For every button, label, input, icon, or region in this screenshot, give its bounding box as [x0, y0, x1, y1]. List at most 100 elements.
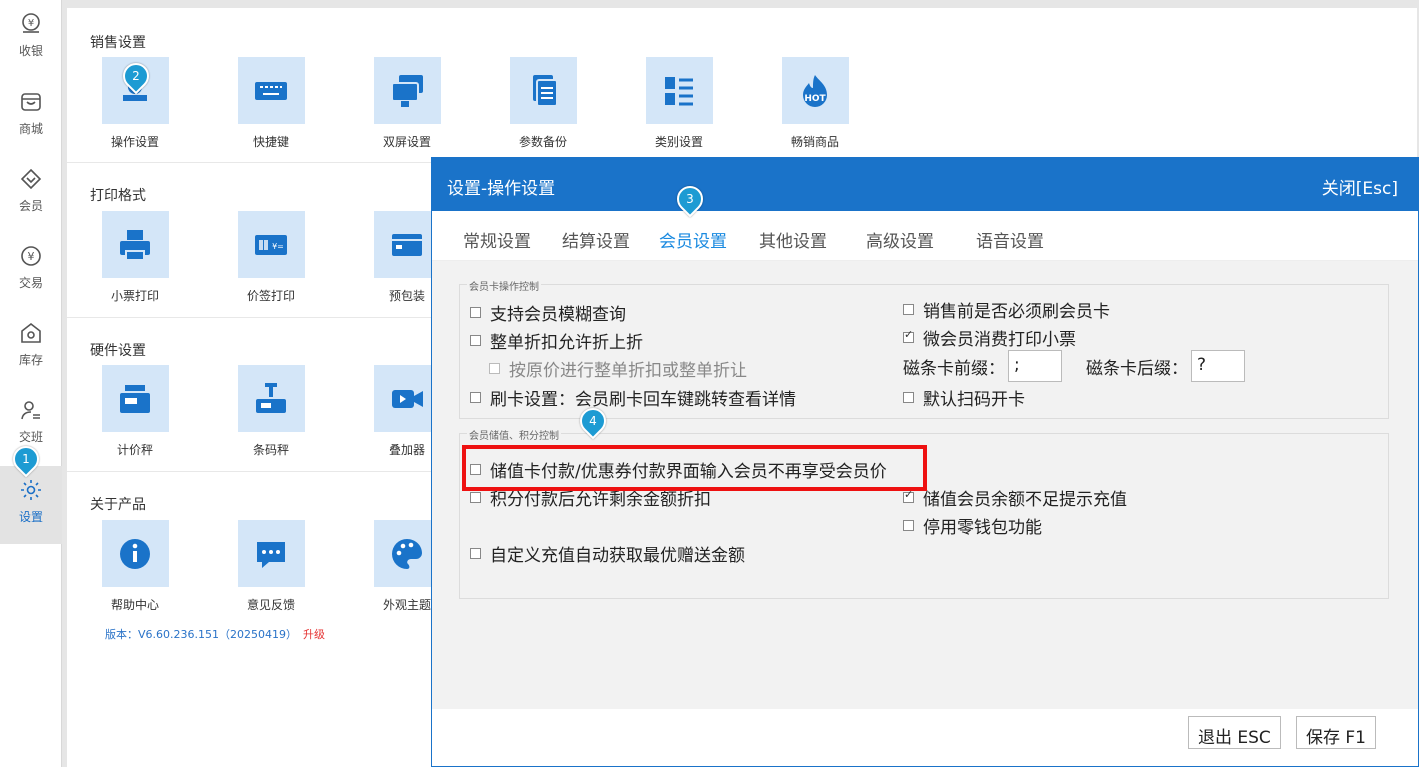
prepack-icon	[392, 233, 422, 256]
tile-hot-products[interactable]: HOT 畅销商品	[765, 57, 865, 150]
option-wechat-print[interactable]: 微会员消费打印小票	[903, 325, 1076, 350]
section-title: 关于产品	[90, 497, 146, 513]
option-insufficient-balance[interactable]: 储值会员余额不足提示充值	[903, 485, 1127, 510]
tile-barcode-scale[interactable]: 条码秤	[221, 365, 321, 458]
option-stored-value-no-member-price[interactable]: 储值卡付款/优惠券付款界面输入会员不再享受会员价	[470, 457, 887, 482]
option-label: 销售前是否必须刷会员卡	[923, 302, 1110, 322]
upgrade-link[interactable]: 升级	[303, 628, 325, 641]
sidebar-item-label: 交易	[18, 276, 43, 290]
option-label: 储值会员余额不足提示充值	[923, 490, 1127, 510]
checkbox[interactable]	[470, 307, 481, 318]
option-label: 储值卡付款/优惠券付款界面输入会员不再享受会员价	[490, 462, 887, 482]
sidebar-item-cashier[interactable]: ¥ 收银	[0, 0, 62, 72]
barcode-scale-icon	[256, 382, 286, 413]
member-icon	[20, 168, 42, 190]
tab-general[interactable]: 常规设置	[463, 227, 531, 252]
option-swipe-setting[interactable]: 刷卡设置：会员刷卡回车键跳转查看详情	[470, 385, 796, 410]
tile-label: 意见反馈	[246, 598, 295, 612]
section-title: 打印格式	[90, 188, 146, 204]
option-points-discount[interactable]: 积分付款后允许剩余金额折扣	[470, 485, 711, 510]
tile-category-settings[interactable]: 类别设置	[629, 57, 729, 150]
tile-dual-screen[interactable]: 双屏设置	[357, 57, 457, 150]
checkbox[interactable]	[903, 304, 914, 315]
sidebar-item-label: 设置	[18, 510, 43, 524]
option-disable-wallet[interactable]: 停用零钱包功能	[903, 513, 1042, 538]
checkbox[interactable]	[470, 548, 481, 559]
tile-label: 小票打印	[110, 289, 159, 303]
tab-other[interactable]: 其他设置	[759, 227, 827, 252]
version-info: 版本：V6.60.236.151（20250419） 升级	[105, 626, 325, 642]
tile-shortcut-keys[interactable]: 快捷键	[221, 57, 321, 150]
option-scan-open[interactable]: 默认扫码开卡	[903, 385, 1025, 410]
tab-advanced[interactable]: 高级设置	[866, 227, 934, 252]
option-label: 自定义充值自动获取最优赠送金额	[490, 546, 745, 566]
group-member-card: 会员卡操作控制 支持会员模糊查询 整单折扣允许折上折 按原价进行整单折扣或整单折…	[459, 278, 1389, 419]
close-button[interactable]: 关闭[Esc]	[1322, 174, 1398, 199]
option-label: 微会员消费打印小票	[923, 330, 1076, 350]
hot-icon: HOT	[803, 74, 827, 107]
suffix-input[interactable]: ?	[1191, 350, 1245, 382]
feedback-icon	[257, 541, 285, 568]
tile-param-backup[interactable]: 参数备份	[493, 57, 593, 150]
prefix-input[interactable]: ;	[1008, 350, 1062, 382]
tile-label: 快捷键	[252, 135, 289, 149]
option-must-swipe[interactable]: 销售前是否必须刷会员卡	[903, 297, 1110, 322]
settings-icon	[21, 480, 41, 500]
option-label: 默认扫码开卡	[923, 390, 1025, 410]
sidebar-item-member[interactable]: 会员	[0, 155, 62, 227]
tile-price-tag-print[interactable]: ¥= 价签打印	[221, 211, 321, 304]
tile-pricing-scale[interactable]: 计价秤	[85, 365, 185, 458]
sidebar: ¥ 收银 商城 会员 ¥ 交易 库存 交班 设置	[0, 0, 62, 767]
sidebar-item-settings[interactable]: 设置	[0, 466, 62, 544]
info-icon	[120, 538, 150, 569]
dialog-tabs: 常规设置 结算设置 会员设置 其他设置 高级设置 语音设置	[432, 211, 1418, 261]
shift-icon	[21, 401, 40, 420]
tile-feedback[interactable]: 意见反馈	[221, 520, 321, 613]
tile-label: 条码秤	[252, 443, 289, 457]
tile-help-center[interactable]: 帮助中心	[85, 520, 185, 613]
checkbox[interactable]	[470, 335, 481, 346]
shop-icon	[21, 93, 41, 111]
save-button[interactable]: 保存 F1	[1296, 716, 1376, 749]
option-custom-recharge[interactable]: 自定义充值自动获取最优赠送金额	[470, 541, 745, 566]
backup-icon	[533, 74, 558, 107]
sidebar-item-label: 商城	[18, 122, 43, 136]
tab-checkout[interactable]: 结算设置	[562, 227, 630, 252]
svg-text:¥: ¥	[28, 18, 34, 29]
dialog-header: 设置-操作设置 关闭[Esc]	[432, 158, 1418, 211]
checkbox[interactable]	[470, 392, 481, 403]
option-orig-price[interactable]: 按原价进行整单折扣或整单折让	[489, 356, 747, 381]
svg-text:HOT: HOT	[804, 94, 826, 104]
checkbox[interactable]	[903, 488, 914, 503]
dual-screen-icon	[391, 74, 423, 107]
section-title: 硬件设置	[90, 343, 146, 359]
option-label: 支持会员模糊查询	[490, 305, 626, 325]
stripe-prefix-row: 磁条卡前缀： ; 磁条卡后缀： ?	[903, 350, 1245, 382]
sidebar-item-inventory[interactable]: 库存	[0, 309, 62, 381]
option-discount-stack[interactable]: 整单折扣允许折上折	[470, 328, 643, 353]
checkbox[interactable]	[903, 328, 914, 343]
sidebar-item-label: 会员	[18, 199, 43, 213]
svg-text:¥=: ¥=	[272, 242, 284, 251]
section-hardware: 硬件设置 计价秤 条码秤 叠加器	[67, 318, 441, 472]
tab-member[interactable]: 会员设置	[659, 227, 727, 252]
option-label: 停用零钱包功能	[923, 518, 1042, 538]
option-fuzzy-search[interactable]: 支持会员模糊查询	[470, 300, 626, 325]
sidebar-item-shop[interactable]: 商城	[0, 78, 62, 150]
tile-label: 操作设置	[110, 135, 159, 149]
sidebar-item-transaction[interactable]: ¥ 交易	[0, 232, 62, 304]
tile-receipt-print[interactable]: 小票打印	[85, 211, 185, 304]
checkbox[interactable]	[470, 464, 481, 475]
video-camera-icon	[392, 389, 423, 408]
checkbox[interactable]	[470, 492, 481, 503]
checkbox[interactable]	[903, 520, 914, 531]
checkbox[interactable]	[489, 363, 500, 374]
exit-button[interactable]: 退出 ESC	[1188, 716, 1281, 749]
section-print: 打印格式 小票打印 ¥= 价签打印 预包装	[67, 163, 441, 318]
dialog-title: 设置-操作设置	[447, 179, 556, 199]
version-text: 版本：V6.60.236.151（20250419）	[105, 628, 297, 641]
pricing-scale-icon	[120, 384, 150, 413]
checkbox[interactable]	[903, 392, 914, 403]
tab-voice[interactable]: 语音设置	[976, 227, 1044, 252]
cashier-icon: ¥	[22, 13, 40, 33]
